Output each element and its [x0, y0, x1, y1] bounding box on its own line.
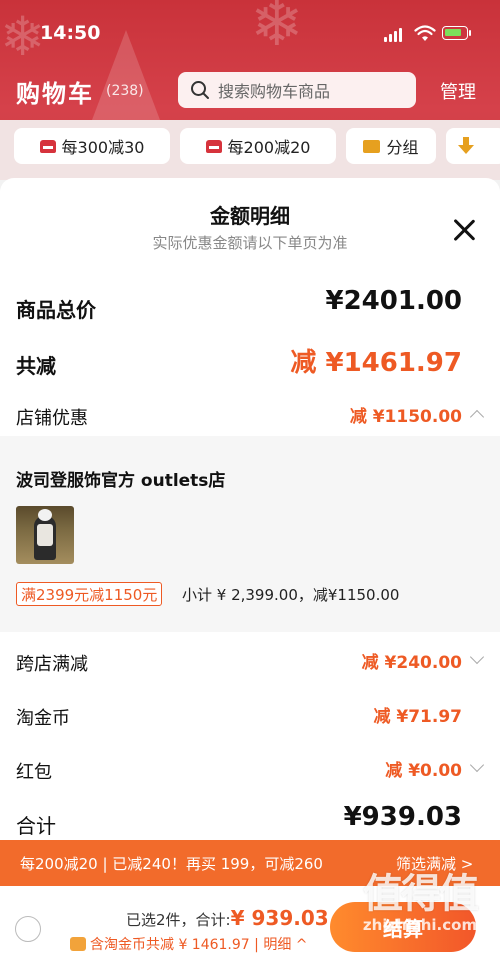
promo-bar-text: 每200减20 | 已减240！再买 199，可减260: [20, 855, 323, 873]
total-discount-row: 共减 减 ¥1461.97: [0, 342, 500, 382]
shop-discount-row[interactable]: 店铺优惠 减 ¥1150.00: [0, 396, 500, 436]
promo-tab-200-20[interactable]: 每200减20: [180, 128, 336, 164]
status-bar: 14:50: [0, 18, 500, 48]
total-discount-value: 减 ¥1461.97: [290, 348, 462, 378]
promo-tag-icon: [205, 139, 222, 153]
selected-amount: ¥ 939.03: [230, 906, 329, 930]
total-price-value: ¥2401.00: [325, 286, 462, 316]
more-tab[interactable]: [446, 128, 500, 164]
shop-discount-value: 减 ¥1150.00: [349, 407, 462, 427]
selected-label: 已选2件，合计:: [126, 911, 231, 929]
status-time: 14:50: [40, 22, 101, 44]
coupon-badge: 满2399元减1150元: [16, 582, 163, 606]
watermark-logo: 值得值: [363, 871, 479, 917]
folder-icon: [363, 139, 381, 153]
selected-summary: 已选2件，合计:¥ 939.03: [126, 906, 329, 930]
watermark-url: zhizhizhi.com: [362, 916, 478, 934]
shop-discount-label: 店铺优惠: [16, 408, 88, 429]
promo-tab-label: 每300减30: [61, 138, 145, 157]
total-price-label: 商品总价: [16, 298, 96, 322]
battery-icon: [442, 26, 471, 40]
shop-discount-detail: 波司登服饰官方 outlets店 满2399元减1150元 小计 ¥ 2,399…: [0, 436, 500, 632]
page-title: 购物车: [16, 80, 94, 108]
gold-coin-note-text: 含淘金币共减 ¥ 1461.97 | 明细 ^: [90, 937, 308, 953]
select-all-checkbox[interactable]: [15, 916, 41, 942]
promo-tab-strip: 每300减30 每200减20 分组: [0, 120, 500, 180]
chevron-up-icon: [469, 409, 485, 425]
manage-button[interactable]: 管理: [440, 78, 476, 104]
grand-total-value: ¥939.03: [343, 802, 462, 832]
red-packet-label: 红包: [16, 762, 52, 783]
shop-subtotal: 小计 ¥ 2,399.00，减¥1150.00: [182, 586, 400, 604]
close-icon[interactable]: [452, 218, 476, 242]
chevron-down-icon: [469, 757, 485, 773]
gold-coin-note[interactable]: 含淘金币共减 ¥ 1461.97 | 明细 ^: [70, 934, 308, 954]
sheet-subtitle: 实际优惠金额请以下单页为准: [152, 234, 348, 252]
cross-store-label: 跨店满减: [16, 654, 88, 675]
promo-tab-300-30[interactable]: 每300减30: [14, 128, 170, 164]
search-input[interactable]: 搜索购物车商品: [178, 72, 416, 108]
chevron-down-icon: [469, 649, 485, 665]
cart-count: (238): [106, 83, 144, 99]
shop-name[interactable]: 波司登服饰官方 outlets店: [16, 466, 225, 491]
sheet-title: 金额明细: [210, 204, 290, 228]
grand-total-row: 合计 ¥939.03: [0, 802, 500, 840]
gold-coin-label: 淘金币: [16, 708, 70, 729]
total-discount-label: 共减: [16, 354, 56, 378]
product-thumbnail[interactable]: [16, 506, 74, 564]
download-arrow-icon: [458, 137, 474, 154]
search-icon: [191, 81, 209, 99]
grand-total-label: 合计: [16, 814, 56, 838]
wifi-icon: [414, 25, 436, 41]
cross-store-value: 减 ¥240.00: [361, 653, 462, 673]
promo-tab-label: 每200减20: [227, 138, 311, 157]
red-packet-value: 减 ¥0.00: [385, 761, 462, 781]
signal-icon: [384, 28, 402, 42]
search-placeholder: 搜索购物车商品: [218, 82, 331, 101]
group-tab-label: 分组: [386, 138, 419, 157]
total-price-row: 商品总价 ¥2401.00: [0, 286, 500, 326]
promo-tag-icon: [39, 139, 56, 153]
cross-store-row[interactable]: 跨店满减 减 ¥240.00: [0, 642, 500, 682]
gold-coin-value: 减 ¥71.97: [373, 707, 462, 727]
gold-coin-icon: [70, 937, 86, 951]
amount-detail-sheet: 金额明细 实际优惠金额请以下单页为准 商品总价 ¥2401.00 共减 减 ¥1…: [0, 178, 500, 840]
red-packet-row[interactable]: 红包 减 ¥0.00: [0, 750, 500, 790]
gold-coin-row: 淘金币 减 ¥71.97: [0, 696, 500, 736]
group-tab[interactable]: 分组: [346, 128, 436, 164]
watermark: 值得值 zhizhizhi.com: [350, 872, 490, 942]
